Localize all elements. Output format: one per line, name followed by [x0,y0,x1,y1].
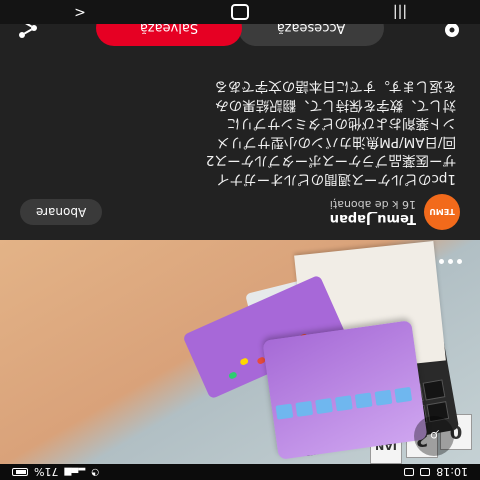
seller-avatar[interactable]: TEMU [424,194,460,230]
description-line: 1pcのピルケース週間のピルオーガナイ [216,171,456,187]
subscribe-button[interactable]: Abonare [20,199,103,225]
back-icon[interactable]: < [60,3,100,21]
wifi-icon: ◔ [91,467,100,477]
description-line: 回/日AM/PM魚油カバンの小型サプリメ [216,134,456,150]
seller-name[interactable]: Temu_Japan [330,211,416,226]
notification-icon-2 [404,468,415,476]
pin-details: TEMU Temu_Japan 16 k de abonați Abonare … [0,10,480,240]
signal-icon: ▂▄▆ [64,467,86,477]
seller-row: TEMU Temu_Japan 16 k de abonați Abonare [20,192,460,232]
pin-description: 1pcのピルケース週間のピルオーガナイ ザー医薬品ブラケースポータブルケース2 … [24,77,456,188]
recents-icon[interactable]: ||| [380,3,420,21]
home-icon[interactable] [220,3,260,21]
status-bar: 10:18 ◔ ▂▄▆ 71% [0,464,480,480]
app-screen: 10:18 ◔ ▂▄▆ 71% 0 2 JAN ⌕ TEMU Temu_Japa… [0,0,480,480]
seller-followers: 16 k de abonați [329,198,416,211]
description-line: ザー医薬品ブラケースポータブルケース2 [205,152,456,169]
notification-icon [420,468,431,476]
time: 10:18 [436,465,468,479]
system-nav-bar: ||| < [0,0,480,24]
description-line: 対して、数字を保持して、翻訳結果のみ [215,97,456,113]
more-options-icon[interactable] [439,259,462,264]
description-line: を返します。すでに日本語の文字である [214,78,456,95]
purple-pill-organizer [262,320,428,460]
battery-percent: 71% [34,465,59,479]
description-line: ント薬剤および他のビタミンサプリに [226,115,457,132]
pin-image[interactable]: 0 2 JAN ⌕ [0,240,480,464]
battery-icon [12,468,28,476]
visual-search-icon[interactable]: ⌕ [414,416,454,456]
